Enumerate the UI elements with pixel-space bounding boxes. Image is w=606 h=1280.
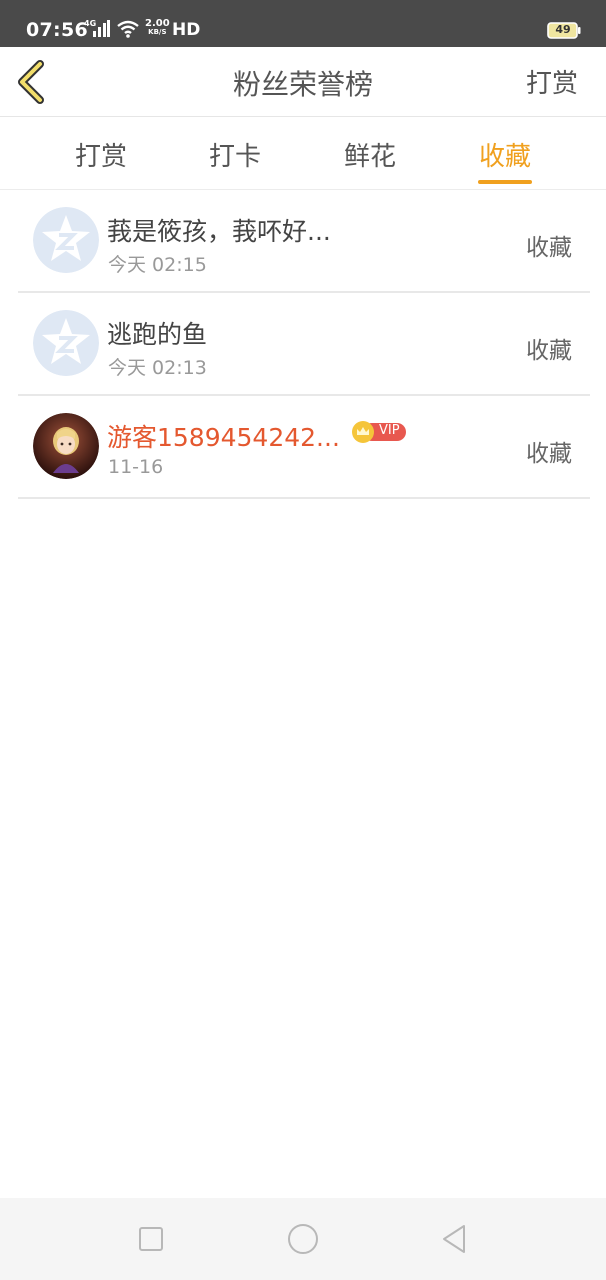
fan-name: 莪是筱孩，莪吥好... — [107, 217, 331, 246]
fan-action-label: 收藏 — [526, 235, 572, 261]
list-item[interactable]: 游客1589454242... VIP 11-16 收藏 — [18, 396, 590, 499]
fan-name: 逃跑的鱼 — [107, 320, 208, 349]
list-item[interactable]: 莪是筱孩，莪吥好... 今天 02:15 收藏 — [18, 190, 590, 293]
tab-checkin[interactable]: 打卡 — [195, 136, 275, 173]
status-bar: 07:56 4G 2.00 KB/S HD 49 — [0, 0, 606, 47]
network-speed: 2.00 KB/S — [145, 19, 170, 37]
header: 粉丝荣誉榜 打赏 — [0, 47, 606, 117]
hd-indicator: HD — [172, 20, 201, 40]
back-triangle-icon[interactable] — [438, 1222, 472, 1256]
fan-action-label: 收藏 — [526, 441, 572, 467]
fan-list: 莪是筱孩，莪吥好... 今天 02:15 收藏 逃跑的鱼 今天 02:13 收藏 — [18, 190, 590, 499]
tab-flowers[interactable]: 鲜花 — [330, 136, 410, 173]
home-icon[interactable] — [286, 1222, 320, 1256]
fan-time: 今天 02:13 — [108, 357, 207, 379]
reward-button[interactable]: 打赏 — [526, 63, 578, 100]
tab-bar: 打赏 打卡 鲜花 收藏 — [0, 118, 606, 190]
wifi-icon — [117, 20, 139, 38]
speed-unit: KB/S — [148, 28, 167, 36]
fan-time: 今天 02:15 — [108, 254, 207, 276]
fan-time: 11-16 — [108, 456, 164, 478]
system-nav-bar — [0, 1198, 606, 1280]
recent-apps-icon[interactable] — [134, 1222, 168, 1256]
fan-action-label: 收藏 — [526, 338, 572, 364]
vip-label: VIP — [379, 423, 400, 438]
user-photo — [33, 413, 99, 479]
status-time: 07:56 — [26, 19, 88, 41]
default-avatar-icon — [33, 310, 99, 376]
fan-name: 游客1589454242... — [107, 423, 340, 452]
list-item[interactable]: 逃跑的鱼 今天 02:13 收藏 — [18, 293, 590, 396]
active-tab-indicator — [478, 180, 532, 184]
battery-level: 49 — [555, 23, 571, 36]
default-avatar-icon — [33, 207, 99, 273]
signal-icon — [93, 20, 110, 37]
tab-favorites[interactable]: 收藏 — [465, 136, 545, 173]
tab-reward[interactable]: 打赏 — [61, 136, 141, 173]
page-title: 粉丝荣誉榜 — [232, 68, 373, 101]
